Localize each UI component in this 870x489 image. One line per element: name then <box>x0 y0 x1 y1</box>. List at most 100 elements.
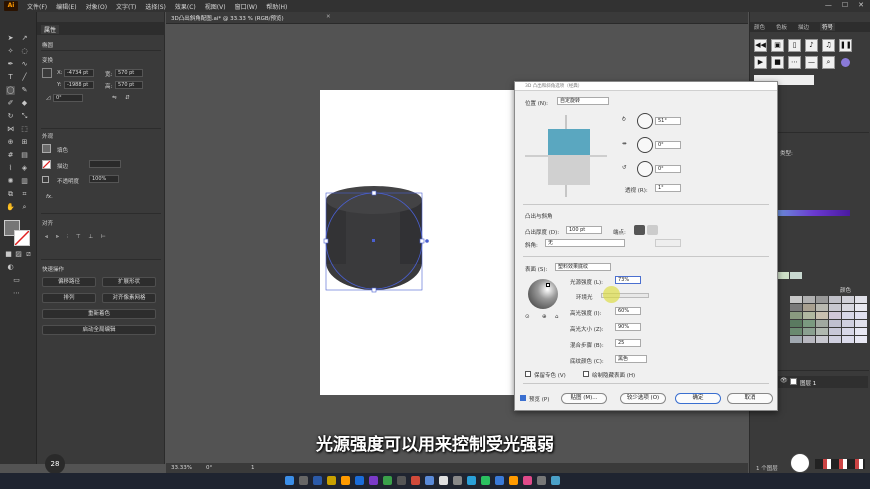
swatch[interactable] <box>790 336 802 343</box>
direct-selection-tool-icon[interactable]: ↗ <box>20 34 29 43</box>
selection-tool-icon[interactable]: ➤ <box>6 34 15 43</box>
bevel-select[interactable]: 无 <box>545 239 625 247</box>
symbol-square-icon[interactable]: ▣ <box>771 39 784 52</box>
depth-input[interactable]: 100 pt <box>566 226 602 234</box>
more-tools-icon[interactable]: ⋯ <box>12 289 21 298</box>
app-icon[interactable] <box>453 476 462 485</box>
symbol-pin-icon[interactable] <box>841 58 850 67</box>
shape-builder-tool-icon[interactable]: ⊕ <box>6 138 15 147</box>
swatch[interactable] <box>829 296 841 303</box>
height-input[interactable]: 570 pt <box>115 81 143 89</box>
tab-symbols[interactable]: 符号 <box>820 23 836 31</box>
visibility-eye-icon[interactable]: 👁 <box>780 377 788 384</box>
illustrator-active-icon[interactable] <box>509 476 518 485</box>
scale-tool-icon[interactable]: ⤡ <box>20 112 29 121</box>
app-icon[interactable] <box>551 476 560 485</box>
app-icon[interactable] <box>537 476 546 485</box>
tab-swatches[interactable]: 色板 <box>776 23 787 31</box>
menu-file[interactable]: 文件(F) <box>27 2 47 11</box>
app-icon[interactable] <box>397 476 406 485</box>
swatch[interactable] <box>842 312 854 319</box>
rotate-y-input[interactable]: 0° <box>655 141 681 149</box>
gradient-tool-icon[interactable]: ▤ <box>20 151 29 160</box>
blend-tool-icon[interactable]: ◈ <box>20 164 29 173</box>
swatch[interactable] <box>829 312 841 319</box>
swatch[interactable] <box>790 296 802 303</box>
eraser-tool-icon[interactable]: ◆ <box>20 99 29 108</box>
menu-view[interactable]: 视图(V) <box>205 2 226 11</box>
swatch[interactable] <box>777 272 789 279</box>
app-icon[interactable] <box>425 476 434 485</box>
surface-select[interactable]: 塑料效果底纹 <box>555 263 611 271</box>
swatch[interactable] <box>790 320 802 327</box>
swatch[interactable] <box>816 336 828 343</box>
menu-help[interactable]: 帮助(H) <box>266 2 287 11</box>
highlight-size-input[interactable]: 90% <box>615 323 641 331</box>
light-source-handle[interactable] <box>546 283 550 287</box>
map-art-button[interactable]: 贴图 (M)... <box>561 393 607 404</box>
symbol-pause-icon[interactable]: ❚❚ <box>839 39 852 52</box>
pen-tool-icon[interactable]: ✒ <box>6 60 15 69</box>
magic-wand-tool-icon[interactable]: ✧ <box>6 47 15 56</box>
premiere-icon[interactable] <box>369 476 378 485</box>
swatch[interactable] <box>803 312 815 319</box>
y-input[interactable]: -1988 pt <box>64 81 94 89</box>
wechat-icon[interactable] <box>481 476 490 485</box>
swatch[interactable] <box>855 304 867 311</box>
reference-point-icon[interactable] <box>42 68 52 78</box>
layer-name[interactable]: 图层 1 <box>800 379 816 387</box>
swatch[interactable] <box>855 296 867 303</box>
shaper-tool-icon[interactable]: ✐ <box>6 99 15 108</box>
cancel-button[interactable]: 取消 <box>727 393 773 404</box>
rotation-cube-preview[interactable] <box>525 115 607 197</box>
swatch[interactable] <box>816 312 828 319</box>
width-input[interactable]: 570 pt <box>115 69 143 77</box>
swatch[interactable] <box>842 320 854 327</box>
x-input[interactable]: -4734 pt <box>64 69 94 77</box>
minimize-icon[interactable]: — <box>825 1 832 9</box>
color-mode-icon[interactable]: ■ <box>4 250 13 259</box>
rotate-y-dial[interactable] <box>637 137 653 153</box>
delete-light-icon[interactable]: ⌂ <box>555 314 559 320</box>
stroke-color-icon[interactable] <box>14 230 30 246</box>
search-icon[interactable] <box>299 476 308 485</box>
app-icon[interactable] <box>439 476 448 485</box>
swatch[interactable] <box>816 328 828 335</box>
swatch[interactable] <box>829 336 841 343</box>
fx-button[interactable]: fx. <box>46 194 53 200</box>
start-icon[interactable] <box>285 476 294 485</box>
menu-edit[interactable]: 编辑(E) <box>56 2 76 11</box>
recolor-button[interactable]: 重新着色 <box>42 309 156 319</box>
rotate-z-dial[interactable] <box>637 161 653 177</box>
swatch[interactable] <box>842 304 854 311</box>
stroke-weight-input[interactable] <box>89 160 121 168</box>
draw-mode-icon[interactable]: ◐ <box>6 263 15 272</box>
rotate-x-input[interactable]: 51° <box>655 117 681 125</box>
fewer-options-button[interactable]: 较少选项 (O) <box>620 393 666 404</box>
swatch[interactable] <box>816 320 828 327</box>
symbol-search-icon[interactable]: ⌕ <box>822 56 835 69</box>
symbol-music-icon[interactable]: ♫ <box>822 39 835 52</box>
swatch[interactable] <box>790 304 802 311</box>
close-icon[interactable]: ✕ <box>858 1 864 9</box>
rotate-z-input[interactable]: 0° <box>655 165 681 173</box>
swatch[interactable] <box>803 296 815 303</box>
ellipse-tool-icon[interactable]: ◯ <box>6 86 15 95</box>
blend-steps-input[interactable]: 25 <box>615 339 641 347</box>
cap-off-icon[interactable] <box>647 225 658 235</box>
flip-horizontal-icon[interactable]: ⇋ <box>112 95 117 101</box>
swatch[interactable] <box>855 320 867 327</box>
offset-path-button[interactable]: 偏移路径 <box>42 277 96 287</box>
tab-color[interactable]: 颜色 <box>754 23 765 31</box>
swatch[interactable] <box>803 320 815 327</box>
arrange-button[interactable]: 排列 <box>42 293 96 303</box>
align-pixel-grid-button[interactable]: 对齐像素网格 <box>102 293 156 303</box>
light-move-front-icon[interactable]: ⊙ <box>525 314 530 320</box>
fill-swatch[interactable] <box>42 144 51 153</box>
menu-effect[interactable]: 效果(C) <box>175 2 196 11</box>
global-edit-button[interactable]: 启动全局编辑 <box>42 325 156 335</box>
zoom-level[interactable]: 33.33% <box>171 465 192 471</box>
swatch[interactable] <box>816 296 828 303</box>
eyedropper-tool-icon[interactable]: ⌇ <box>6 164 15 173</box>
app-icon[interactable] <box>467 476 476 485</box>
